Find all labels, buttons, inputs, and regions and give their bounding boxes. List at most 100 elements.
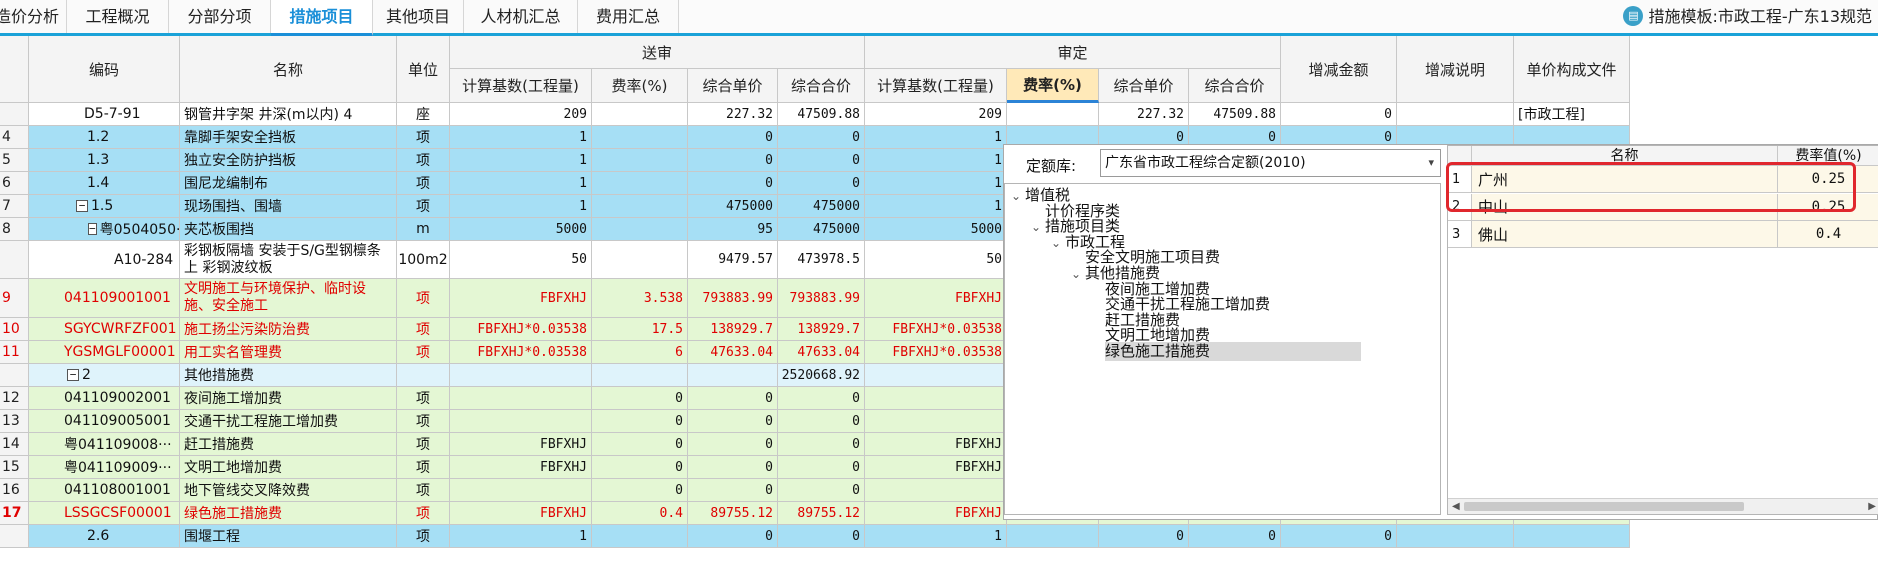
cell-rbase[interactable]: FBFXHJ (865, 502, 1007, 525)
header-review-total-price[interactable]: 综合合价 (1189, 69, 1281, 103)
cell-name[interactable]: 绿色施工措施费 (180, 502, 397, 525)
scrollbar-thumb[interactable] (1464, 502, 1744, 511)
cell-uprice[interactable]: 0 (688, 387, 778, 410)
cell-unit[interactable]: 项 (397, 318, 450, 341)
cell-rate[interactable] (592, 525, 688, 548)
chevron-down-icon[interactable]: ⌄ (1071, 265, 1085, 284)
cell-total[interactable]: 0 (778, 172, 865, 195)
header-change-note[interactable]: 增减说明 (1397, 36, 1514, 103)
tab-cost-analysis[interactable]: 造价分析 (0, 0, 67, 33)
cell-base[interactable] (450, 364, 592, 387)
tree-node[interactable]: 绿色施工措施费 (1105, 342, 1361, 361)
cell-rate[interactable] (592, 218, 688, 241)
cell-rbase[interactable]: 5000 (865, 218, 1007, 241)
header-change-amount[interactable]: 增减金额 (1281, 36, 1397, 103)
cell-unit[interactable]: 100m2 (397, 241, 450, 279)
cell-base[interactable]: FBFXHJ*0.03538 (450, 341, 592, 364)
header-unit[interactable]: 单位 (397, 36, 450, 103)
cell-rtotal[interactable]: 47509.88 (1189, 103, 1281, 126)
cell-base[interactable]: FBFXHJ*0.03538 (450, 318, 592, 341)
cell-base[interactable]: 1 (450, 126, 592, 149)
cell-total[interactable]: 793883.99 (778, 279, 865, 318)
cell-uprice[interactable]: 227.32 (688, 103, 778, 126)
cell-unit[interactable]: m (397, 218, 450, 241)
cell-uprice[interactable]: 138929.7 (688, 318, 778, 341)
cell-name[interactable]: 交通干扰工程施工增加费 (180, 410, 397, 433)
cell-total[interactable]: 0 (778, 387, 865, 410)
cell-code[interactable]: 041109002001 (29, 387, 180, 410)
cell-name[interactable]: 钢管井字架 井深(m以内) 4 (180, 103, 397, 126)
cell-rbase[interactable]: 1 (865, 525, 1007, 548)
cell-base[interactable]: 5000 (450, 218, 592, 241)
cell-code[interactable]: LSSGCSF00001 (29, 502, 180, 525)
cell-total[interactable]: 47633.04 (778, 341, 865, 364)
cell-code[interactable]: 041109001001 (29, 279, 180, 318)
cell-code[interactable]: D5-7-91 (29, 103, 180, 126)
cell-base[interactable]: 1 (450, 195, 592, 218)
cell-rrate[interactable] (1007, 525, 1099, 548)
cell-code[interactable]: SGYCWRFZF001 (29, 318, 180, 341)
cell-code[interactable]: 1.2 (29, 126, 180, 149)
cell-base[interactable] (450, 387, 592, 410)
tab-cost-summary[interactable]: 费用汇总 (578, 0, 679, 33)
cell-unit[interactable]: 座 (397, 103, 450, 126)
header-price-file[interactable]: 单价构成文件 (1514, 36, 1630, 103)
tab-labor-material-summary[interactable]: 人材机汇总 (464, 0, 578, 33)
cell-total[interactable]: 0 (778, 410, 865, 433)
cell-rbase[interactable]: FBFXHJ*0.03538 (865, 318, 1007, 341)
cell-rbase[interactable] (865, 410, 1007, 433)
cell-name[interactable]: 现场围挡、围墙 (180, 195, 397, 218)
cell-rbase[interactable]: FBFXHJ (865, 279, 1007, 318)
cell-uprice[interactable] (688, 364, 778, 387)
cell-total[interactable]: 0 (778, 126, 865, 149)
cell-rbase[interactable] (865, 479, 1007, 502)
cell-note[interactable] (1397, 525, 1514, 548)
header-code[interactable]: 编码 (29, 36, 180, 103)
cell-uprice[interactable]: 0 (688, 410, 778, 433)
cell-file[interactable]: [市政工程] (1514, 103, 1630, 126)
cell-rate[interactable]: 0 (592, 410, 688, 433)
chevron-down-icon[interactable]: ⌄ (1031, 218, 1045, 237)
cell-unit[interactable]: 项 (397, 387, 450, 410)
cell-rate[interactable]: 17.5 (592, 318, 688, 341)
cell-base[interactable] (450, 410, 592, 433)
cell-rate[interactable]: 0 (592, 479, 688, 502)
cell-code[interactable]: 041108001001 (29, 479, 180, 502)
quota-library-select[interactable]: 广东省市政工程综合定额(2010) ▾ (1100, 149, 1441, 177)
cell-code[interactable]: 粤041109009··· (29, 456, 180, 479)
cell-uprice[interactable]: 0 (688, 126, 778, 149)
cell-name[interactable]: 其他措施费 (180, 364, 397, 387)
tab-measures[interactable]: 措施项目 (271, 0, 373, 36)
cell-name[interactable]: 文明工地增加费 (180, 456, 397, 479)
cell-unit[interactable]: 项 (397, 126, 450, 149)
tab-other-items[interactable]: 其他项目 (373, 0, 464, 33)
cell-rbase[interactable]: 1 (865, 172, 1007, 195)
cell-rate[interactable] (592, 364, 688, 387)
header-name[interactable]: 名称 (180, 36, 397, 103)
cell-code[interactable]: 1.3 (29, 149, 180, 172)
cell-rbase[interactable] (865, 387, 1007, 410)
cell-rate[interactable]: 0 (592, 387, 688, 410)
cell-rate[interactable] (592, 172, 688, 195)
cell-base[interactable]: FBFXHJ (450, 502, 592, 525)
cell-chg[interactable]: 0 (1281, 103, 1397, 126)
cell-rbase[interactable]: FBFXHJ (865, 433, 1007, 456)
cell-rbase[interactable]: 1 (865, 149, 1007, 172)
cell-name[interactable]: 靠脚手架安全挡板 (180, 126, 397, 149)
cell-unit[interactable]: 项 (397, 172, 450, 195)
cell-uprice[interactable]: 0 (688, 172, 778, 195)
cell-name[interactable]: 彩钢板隔墙 安装于S/G型钢檩条上 彩钢波纹板 (180, 241, 397, 279)
cell-rate[interactable] (592, 241, 688, 279)
cell-uprice[interactable]: 0 (688, 149, 778, 172)
cell-uprice[interactable]: 475000 (688, 195, 778, 218)
cell-total[interactable]: 0 (778, 149, 865, 172)
cell-rate[interactable]: 3.538 (592, 279, 688, 318)
cell-total[interactable]: 0 (778, 525, 865, 548)
cell-total[interactable]: 475000 (778, 218, 865, 241)
cell-unit[interactable]: 项 (397, 341, 450, 364)
cell-code[interactable]: 1.4 (29, 172, 180, 195)
cell-name[interactable]: 地下管线交叉降效费 (180, 479, 397, 502)
cell-name[interactable]: 赶工措施费 (180, 433, 397, 456)
table-row[interactable]: D5-7-91 钢管井字架 井深(m以内) 4 座 209 227.32 47509.88… (0, 103, 1630, 126)
cell-total[interactable]: 0 (778, 479, 865, 502)
